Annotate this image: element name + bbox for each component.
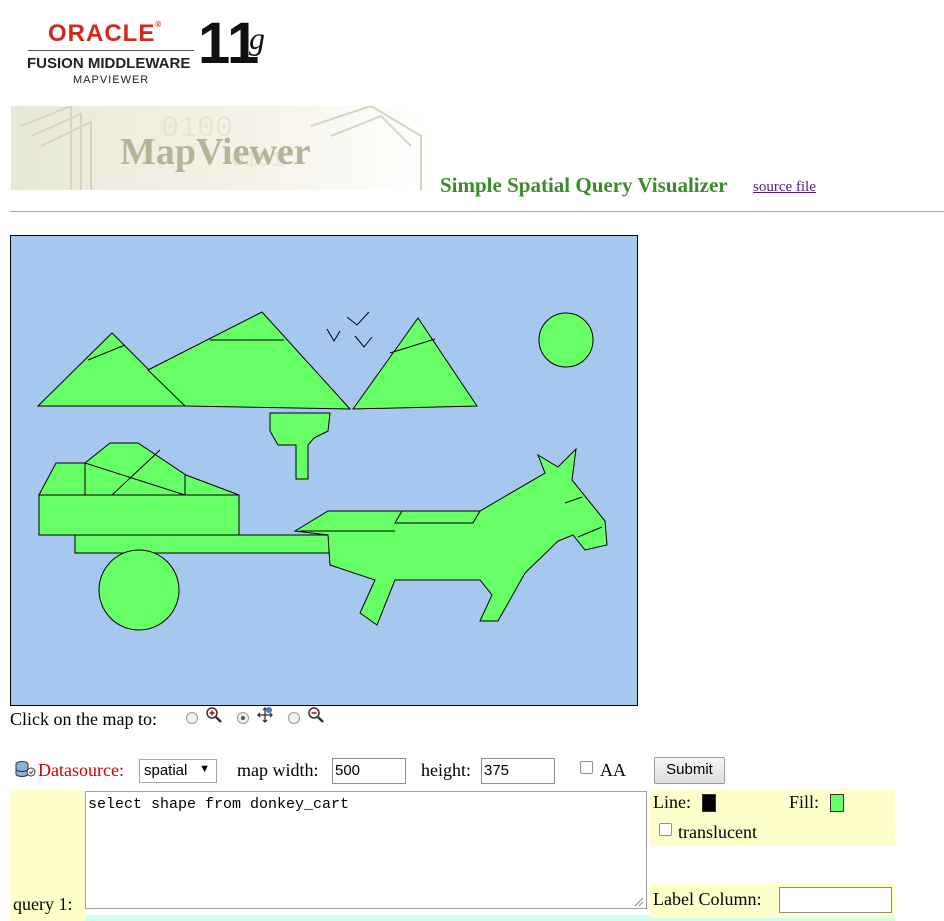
- label-column-label: Label Column:: [653, 889, 762, 909]
- cart-wheel: [98, 549, 180, 631]
- datasource-label: Datasource:: [38, 760, 124, 780]
- translucent-label: translucent: [678, 822, 757, 842]
- zoom-out-radio[interactable]: [288, 712, 300, 724]
- pan-icon: [257, 707, 273, 723]
- source-file-link[interactable]: source file: [753, 179, 816, 196]
- pan-radio[interactable]: [237, 712, 249, 724]
- translucent-checkbox[interactable]: [659, 823, 672, 836]
- line-color-swatch[interactable]: [702, 794, 716, 812]
- aa-checkbox[interactable]: [580, 761, 593, 774]
- height-input[interactable]: 375: [481, 758, 555, 784]
- map-width-input[interactable]: 500: [332, 758, 406, 784]
- header-divider: [10, 211, 944, 212]
- query-textarea[interactable]: select shape from donkey_cart: [85, 791, 647, 909]
- query-label: query 1:: [13, 894, 73, 914]
- logo-divider: [28, 50, 194, 51]
- mapviewer-logo-text: MAPVIEWER: [73, 74, 150, 86]
- fill-color-swatch[interactable]: [830, 794, 844, 812]
- version-suffix: g: [249, 20, 265, 56]
- map-width-label: map width:: [237, 760, 319, 780]
- banner-title: MapViewer: [120, 131, 311, 173]
- oracle-logo-text: ORACLE®: [48, 20, 163, 47]
- zoom-in-radio[interactable]: [186, 712, 198, 724]
- aa-label: AA: [600, 760, 626, 780]
- cart-body: [38, 494, 240, 536]
- map-canvas[interactable]: [10, 235, 638, 706]
- line-label: Line:: [653, 792, 691, 812]
- datasource-value: spatial: [144, 762, 188, 779]
- zoom-in-icon: [206, 707, 222, 723]
- chevron-down-icon: ▼: [199, 763, 210, 775]
- page-title: Simple Spatial Query Visualizer: [440, 173, 728, 197]
- database-icon: [15, 761, 36, 777]
- resize-grip-icon[interactable]: [632, 895, 644, 907]
- sun: [538, 312, 594, 368]
- fusion-middleware-text: FUSION MIDDLEWARE: [27, 55, 191, 72]
- map-tools-label: Click on the map to:: [10, 709, 157, 729]
- datasource-select[interactable]: spatial ▼: [139, 759, 217, 783]
- fill-label: Fill:: [789, 792, 820, 812]
- zoom-out-icon: [308, 707, 324, 723]
- height-label: height:: [421, 760, 471, 780]
- submit-button[interactable]: Submit: [654, 757, 725, 784]
- label-column-input[interactable]: [779, 887, 892, 913]
